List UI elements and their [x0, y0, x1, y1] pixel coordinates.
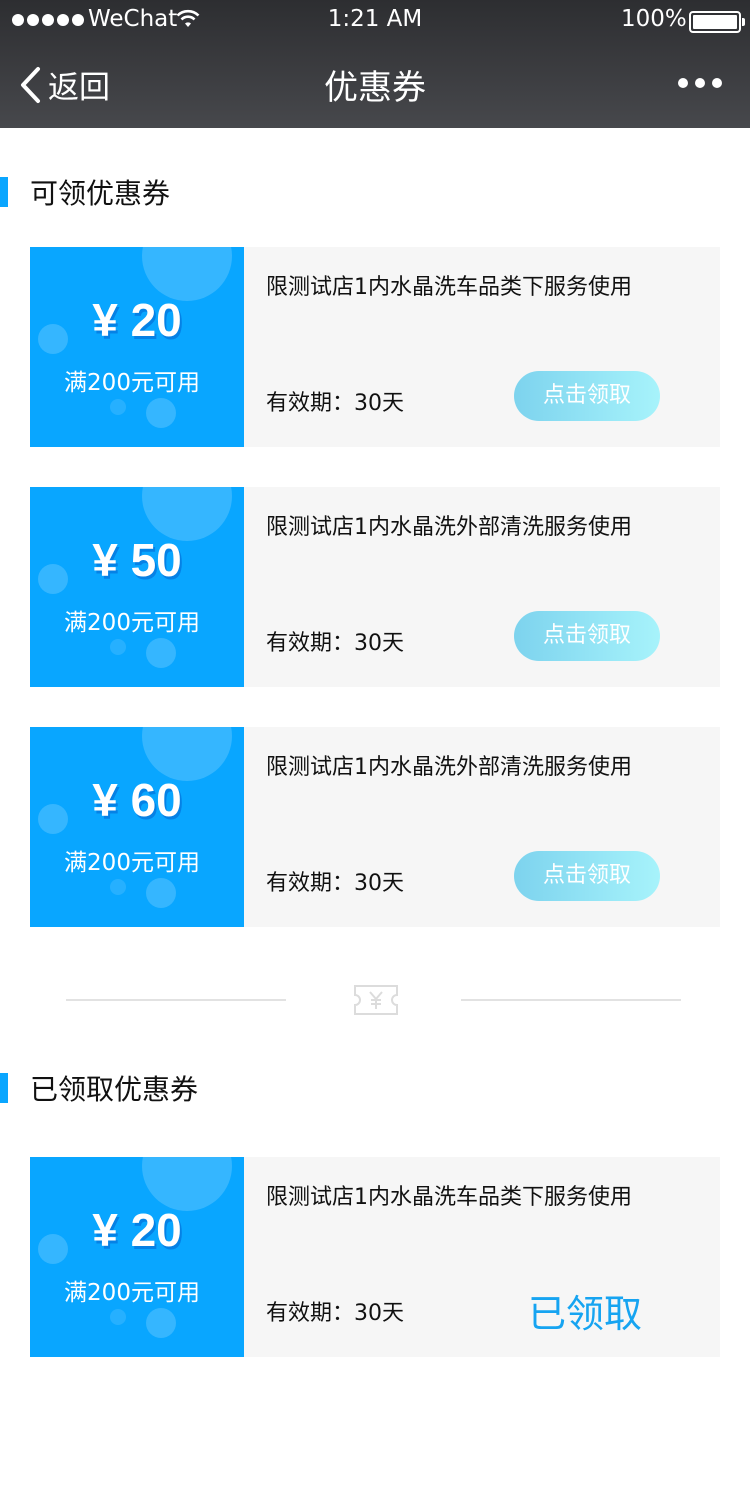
coupon-amount: ¥ 60	[92, 774, 182, 826]
coupon-validity: 有效期：30天	[266, 1301, 404, 1326]
coupon-card: ¥ 50 满200元可用 限测试店1内水晶洗外部清洗服务使用 有效期：30天 点…	[30, 487, 720, 687]
section-available-header: 可领优惠券	[0, 175, 171, 210]
coupon-amount: ¥ 50	[92, 534, 182, 586]
coupon-value-panel: ¥ 20 满200元可用	[30, 247, 244, 447]
coupon-condition: 满200元可用	[64, 610, 200, 636]
section-claimed-header: 已领取优惠券	[0, 1071, 199, 1106]
coupon-card: ¥ 60 满200元可用 限测试店1内水晶洗外部清洗服务使用 有效期：30天 点…	[30, 727, 720, 927]
coupon-condition: 满200元可用	[64, 850, 200, 876]
divider-line-right	[461, 999, 681, 1001]
coupon-value-panel: ¥ 20 满200元可用	[30, 1157, 244, 1357]
claimed-status: 已领取	[528, 1292, 643, 1336]
coupon-description: 限测试店1内水晶洗外部清洗服务使用	[266, 515, 632, 540]
coupon-validity: 有效期：30天	[266, 391, 404, 416]
more-options-icon[interactable]	[678, 78, 722, 88]
coupon-validity: 有效期：30天	[266, 631, 404, 656]
page-title: 优惠券	[324, 68, 426, 108]
coupon-description: 限测试店1内水晶洗车品类下服务使用	[266, 1185, 632, 1210]
section-title: 已领取优惠券	[30, 1073, 199, 1106]
battery-icon	[689, 11, 745, 33]
coupon-amount: ¥ 20	[92, 294, 182, 346]
app-header: WeChat 1:21 AM 100% 返回 优惠券	[0, 0, 750, 128]
coupon-description: 限测试店1内水晶洗外部清洗服务使用	[266, 755, 632, 780]
section-title: 可领优惠券	[30, 177, 171, 210]
coupon-card: ¥ 20 满200元可用 限测试店1内水晶洗车品类下服务使用 有效期：30天 点…	[30, 247, 720, 447]
coupon-condition: 满200元可用	[64, 1280, 200, 1306]
coupon-validity: 有效期：30天	[266, 871, 404, 896]
coupon-condition: 满200元可用	[64, 370, 200, 396]
battery-percent: 100%	[621, 6, 687, 32]
claim-button[interactable]: 点击领取	[514, 851, 660, 901]
coupon-value-panel: ¥ 50 满200元可用	[30, 487, 244, 687]
coupon-amount: ¥ 20	[92, 1204, 182, 1256]
coupon-card: ¥ 20 满200元可用 限测试店1内水晶洗车品类下服务使用 有效期：30天 已…	[30, 1157, 720, 1357]
divider-line-left	[66, 999, 286, 1001]
section-accent-bar	[0, 177, 8, 207]
ticket-yen-icon	[354, 985, 398, 1015]
coupon-value-panel: ¥ 60 满200元可用	[30, 727, 244, 927]
status-bar: WeChat 1:21 AM 100%	[0, 0, 750, 40]
coupon-description: 限测试店1内水晶洗车品类下服务使用	[266, 275, 632, 300]
claim-button[interactable]: 点击领取	[514, 371, 660, 421]
section-accent-bar	[0, 1073, 8, 1103]
claim-button[interactable]: 点击领取	[514, 611, 660, 661]
